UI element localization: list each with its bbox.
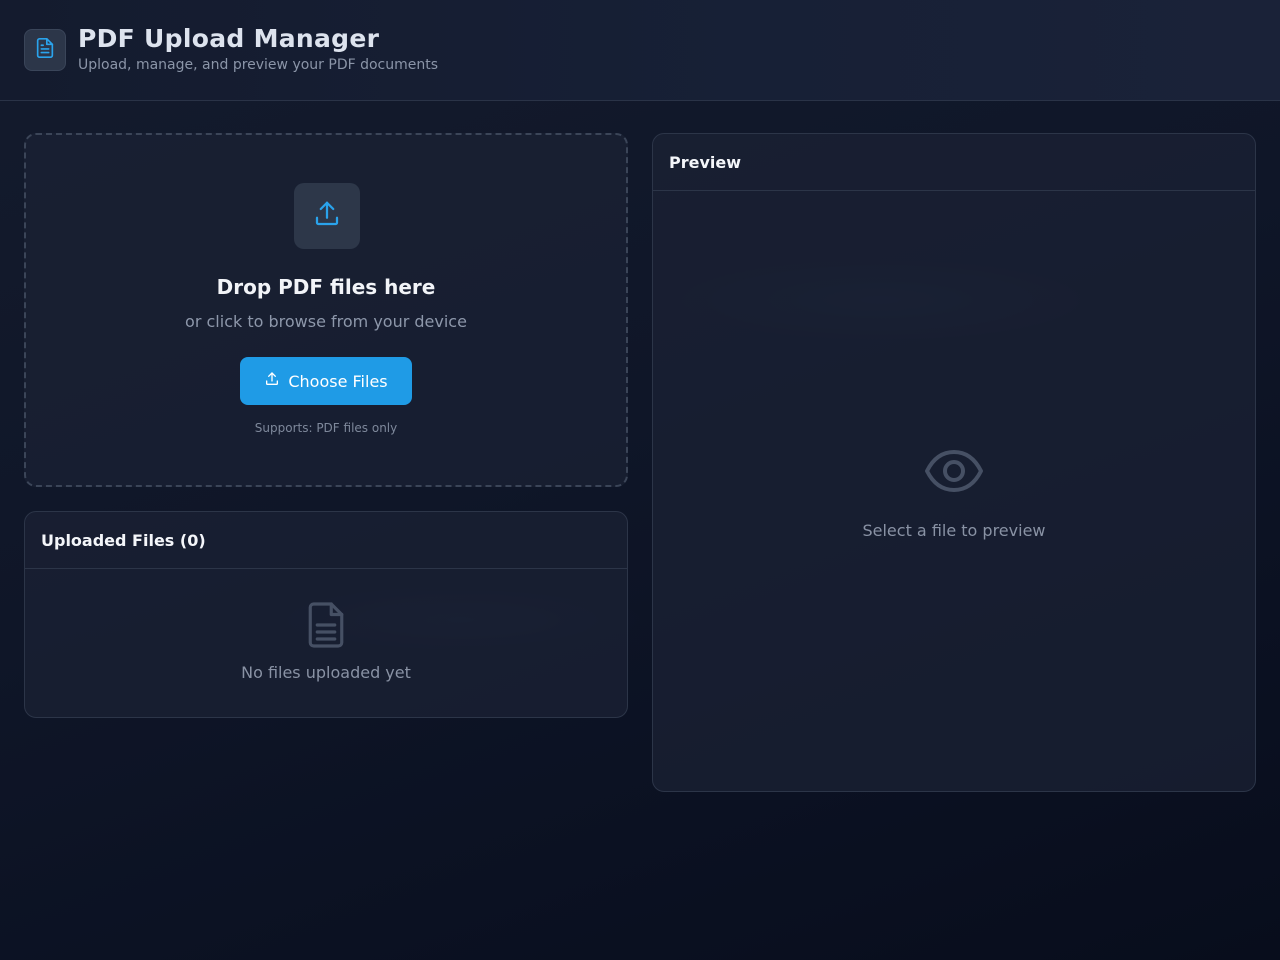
- page-subtitle: Upload, manage, and preview your PDF doc…: [78, 57, 439, 73]
- eye-icon: [924, 447, 984, 499]
- uploaded-files-title: Uploaded Files (0): [25, 512, 627, 569]
- file-text-icon: [305, 600, 347, 654]
- choose-files-button[interactable]: Choose Files: [240, 357, 412, 405]
- preview-empty-text: Select a file to preview: [862, 521, 1046, 540]
- app-logo: [24, 29, 66, 71]
- dropzone-title: Drop PDF files here: [216, 275, 436, 299]
- dropzone-subtitle: or click to browse from your device: [185, 312, 467, 331]
- app-header: PDF Upload Manager Upload, manage, and p…: [0, 0, 1280, 101]
- uploaded-files-panel: Uploaded Files (0) No files uploaded yet: [24, 511, 628, 718]
- supported-formats-note: Supports: PDF files only: [254, 421, 398, 435]
- upload-icon: [264, 371, 280, 391]
- files-empty-text: No files uploaded yet: [241, 663, 411, 682]
- preview-title: Preview: [653, 134, 1255, 191]
- upload-badge: [294, 183, 360, 249]
- page-title: PDF Upload Manager: [78, 24, 380, 53]
- pdf-dropzone[interactable]: Drop PDF files here or click to browse f…: [24, 133, 628, 487]
- choose-files-label: Choose Files: [288, 371, 388, 391]
- preview-panel: Preview Select a file to preview: [652, 133, 1256, 792]
- document-icon: [34, 37, 56, 63]
- upload-icon: [312, 199, 342, 233]
